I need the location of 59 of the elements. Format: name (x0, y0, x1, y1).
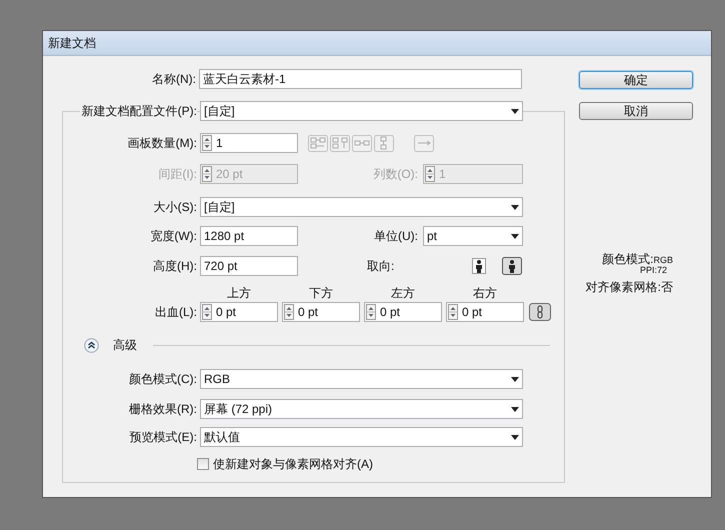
spinner-field: 20 pt (200, 164, 298, 184)
caret-icon (511, 204, 519, 210)
field-label: 宽度(W): (150, 228, 197, 245)
dropdown[interactable]: [自定] (200, 101, 523, 121)
spinner-arrows-icon[interactable] (366, 304, 376, 320)
spinner-field: 1 (423, 164, 523, 184)
field-label: PPI:72 (640, 264, 667, 277)
caret-icon (511, 234, 519, 238)
dropdown[interactable]: pt (423, 226, 523, 246)
spinner-field[interactable]: 0 pt (282, 302, 360, 322)
field-label: 新建文档配置文件(P): (80, 102, 197, 120)
field-label: 单位(U): (374, 228, 418, 245)
spinner-arrows-icon[interactable] (202, 135, 212, 151)
field-label: 颜色模式(C): (129, 371, 197, 388)
dropdown[interactable]: RGB (200, 369, 523, 389)
field-label: 颜色模式: (602, 251, 654, 266)
field-label: 名称(N): (152, 71, 196, 88)
field-label: 栅格效果(R): (129, 401, 197, 418)
field-label: 高度(H): (153, 258, 197, 275)
spinner-arrows-icon[interactable] (284, 304, 294, 320)
dropdown[interactable]: [自定] (200, 197, 523, 217)
field-label: 上方 (227, 287, 251, 300)
field-label: 大小(S): (154, 199, 197, 216)
landscape-icon[interactable] (502, 257, 522, 275)
button[interactable]: 取消 (579, 102, 693, 120)
checkbox[interactable] (197, 458, 209, 470)
caret-icon (511, 434, 519, 440)
field-label: 列数(O): (373, 166, 418, 183)
spinner-arrows-icon[interactable] (448, 304, 458, 320)
field-label: RGB (653, 254, 673, 266)
spinner-field[interactable]: 0 pt (446, 302, 524, 322)
spinner-arrows-icon[interactable] (202, 304, 212, 320)
dropdown[interactable]: 屏幕 (72 ppi) (200, 399, 523, 419)
field-label: 间距(I): (158, 166, 197, 183)
portrait-icon[interactable] (472, 258, 486, 274)
field-label: 左方 (391, 287, 415, 300)
field-label: 画板数量(M): (128, 135, 197, 152)
text-field[interactable]: 蓝天白云素材-1 (199, 69, 522, 89)
field-label: 对齐像素网格:否 (586, 279, 673, 296)
dropdown[interactable]: 默认值 (200, 427, 523, 447)
text-field[interactable]: 1280 pt (200, 226, 298, 246)
caret-icon (511, 108, 519, 114)
button[interactable]: 确定 (579, 71, 693, 89)
caret-icon (511, 406, 519, 412)
spinner-field[interactable]: 1 (200, 133, 298, 153)
field-label: 下方 (309, 287, 333, 300)
field-label: 右方 (473, 287, 497, 300)
spinner-field[interactable]: 0 pt (200, 302, 278, 322)
spinner-field[interactable]: 0 pt (364, 302, 442, 322)
link-icon[interactable] (529, 303, 551, 321)
field-label: 预览模式(E): (130, 429, 197, 446)
caret-icon (511, 376, 519, 382)
field-label: 使新建对象与像素网格对齐(A) (213, 456, 373, 473)
collapse-icon[interactable] (84, 338, 99, 352)
text-field[interactable]: 720 pt (200, 256, 298, 276)
field-label: 取向: (367, 258, 396, 275)
field-label: 出血(L): (155, 304, 197, 321)
window-title: 新建文档 (48, 35, 96, 52)
field-label: 高级 (113, 337, 137, 354)
